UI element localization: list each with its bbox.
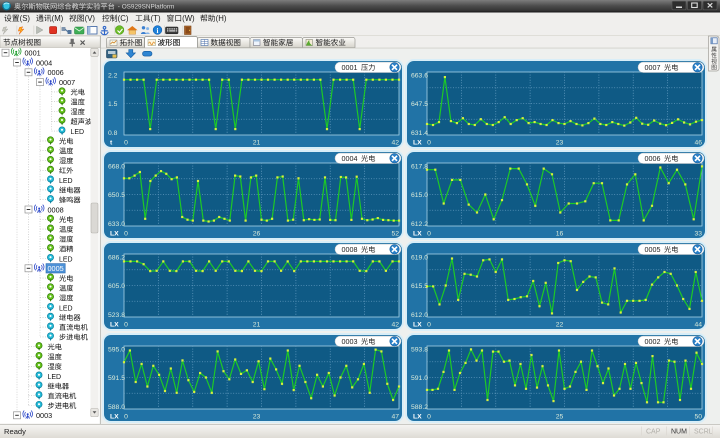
svg-text:- OS929SNPlatform: - OS929SNPlatform	[118, 4, 174, 11]
svg-text:633.0: 633.0	[108, 221, 125, 228]
svg-text:612.0: 612.0	[411, 312, 428, 319]
svg-text:(M): (M)	[52, 14, 64, 23]
svg-text:0: 0	[427, 413, 431, 420]
svg-text:22: 22	[556, 321, 564, 328]
svg-text:0: 0	[427, 321, 431, 328]
svg-text:52: 52	[391, 230, 399, 237]
svg-text:21: 21	[253, 321, 261, 328]
svg-text:0: 0	[427, 230, 431, 237]
svg-text:(C): (C)	[118, 14, 129, 23]
svg-text:CAP: CAP	[646, 429, 661, 436]
svg-text:2.2: 2.2	[108, 73, 118, 80]
svg-text:16: 16	[556, 230, 564, 237]
svg-text:21: 21	[253, 139, 261, 146]
svg-text:23: 23	[556, 139, 564, 146]
svg-text:615.0: 615.0	[411, 192, 428, 199]
svg-text:25: 25	[556, 413, 564, 420]
svg-text:LX: LX	[413, 230, 422, 237]
svg-text:0003: 0003	[36, 411, 52, 420]
svg-text:619.0: 619.0	[411, 255, 428, 262]
svg-text:0006: 0006	[48, 68, 64, 77]
svg-text:LX: LX	[413, 321, 422, 328]
svg-text:0005: 0005	[645, 245, 663, 254]
svg-text:LX: LX	[413, 139, 422, 146]
svg-text:523.8: 523.8	[108, 312, 125, 319]
svg-text:LX: LX	[413, 413, 422, 420]
svg-text:588.0: 588.0	[108, 404, 125, 411]
svg-text:0: 0	[124, 230, 128, 237]
svg-text:(W): (W)	[182, 14, 195, 23]
svg-text:(H): (H)	[216, 14, 227, 23]
svg-text:LED: LED	[59, 256, 73, 263]
svg-text:588.2: 588.2	[411, 404, 428, 411]
svg-text:0003: 0003	[342, 337, 360, 346]
svg-text:(T): (T)	[151, 14, 161, 23]
svg-text:591.5: 591.5	[108, 375, 125, 382]
svg-text:605.0: 605.0	[108, 283, 125, 290]
svg-text:(S): (S)	[20, 14, 31, 23]
svg-text:LED: LED	[59, 305, 73, 312]
svg-text:0004: 0004	[36, 58, 52, 67]
svg-text:0007: 0007	[645, 63, 663, 72]
svg-text:615.5: 615.5	[411, 283, 428, 290]
svg-text:0008: 0008	[48, 205, 64, 214]
svg-text:0006: 0006	[645, 154, 663, 163]
svg-text:NUM: NUM	[671, 429, 687, 436]
svg-text:686.2: 686.2	[108, 255, 125, 262]
svg-text:44: 44	[694, 321, 702, 328]
svg-text:591.0: 591.0	[411, 375, 428, 382]
svg-text:0001: 0001	[342, 63, 360, 72]
svg-text:i: i	[157, 27, 159, 35]
svg-text:0: 0	[427, 139, 431, 146]
svg-text:23: 23	[253, 413, 261, 420]
svg-text:0: 0	[124, 321, 128, 328]
svg-text:LX: LX	[110, 321, 119, 328]
svg-text:47: 47	[391, 413, 399, 420]
svg-text:LED: LED	[48, 374, 62, 381]
svg-text:LED: LED	[71, 129, 85, 136]
svg-text:SCRL: SCRL	[694, 429, 713, 436]
svg-text:647.5: 647.5	[411, 101, 428, 108]
svg-text:617.8: 617.8	[411, 164, 428, 171]
svg-text:0005: 0005	[48, 264, 64, 273]
svg-text:0: 0	[124, 413, 128, 420]
svg-text:0: 0	[124, 139, 128, 146]
svg-text:LED: LED	[59, 178, 73, 185]
svg-text:0008: 0008	[342, 245, 360, 254]
svg-text:668.0: 668.0	[108, 164, 125, 171]
svg-text:0001: 0001	[25, 49, 41, 58]
svg-text:593.8: 593.8	[411, 347, 428, 354]
svg-text:650.5: 650.5	[108, 192, 125, 199]
svg-text:46: 46	[694, 139, 702, 146]
svg-text:631.4: 631.4	[411, 130, 428, 137]
svg-text:42: 42	[391, 139, 399, 146]
svg-text:0002: 0002	[645, 337, 663, 346]
svg-text:50: 50	[694, 413, 702, 420]
svg-text:0.8: 0.8	[108, 130, 118, 137]
svg-text:42: 42	[391, 321, 399, 328]
svg-text:(V): (V)	[85, 14, 96, 23]
svg-text:612.2: 612.2	[411, 221, 428, 228]
svg-text:LX: LX	[110, 413, 119, 420]
svg-text:Ready: Ready	[4, 427, 26, 436]
svg-text:0004: 0004	[342, 154, 360, 163]
svg-text:0007: 0007	[59, 78, 75, 87]
svg-text:LX: LX	[110, 230, 119, 237]
svg-text:663.6: 663.6	[411, 73, 428, 80]
svg-text:33: 33	[694, 230, 702, 237]
svg-text:595.0: 595.0	[108, 347, 125, 354]
svg-text:26: 26	[253, 230, 261, 237]
svg-text:1.5: 1.5	[108, 101, 118, 108]
